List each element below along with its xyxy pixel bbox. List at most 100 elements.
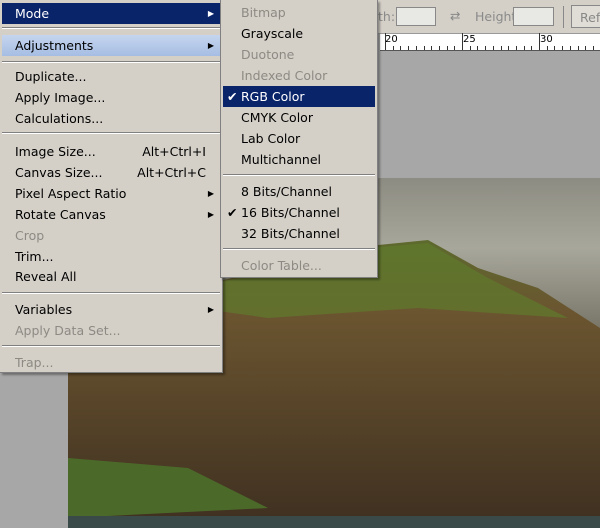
menu-separator <box>223 174 375 176</box>
ruler-tick <box>485 46 487 50</box>
width-input[interactable] <box>396 7 436 26</box>
menu-item-label: Grayscale <box>241 26 304 41</box>
swap-arrows-icon[interactable]: ⇄ <box>450 8 460 23</box>
menu-item-label: Pixel Aspect Ratio <box>15 186 127 201</box>
menu-item-label: Image Size... <box>15 144 96 159</box>
menu-item-calculations[interactable]: Calculations... <box>2 108 220 129</box>
shortcut-label: Alt+Ctrl+I <box>142 144 206 159</box>
refine-edge-button[interactable]: Ref <box>571 5 600 28</box>
menu-item-lab-color[interactable]: Lab Color <box>223 128 375 149</box>
ruler-tick <box>438 46 440 50</box>
ruler-tick <box>408 46 410 50</box>
checkmark-icon: ✔ <box>227 205 238 220</box>
menu-item-label: Color Table... <box>241 258 322 273</box>
menu-item-label: Duotone <box>241 47 295 62</box>
ruler-tick <box>569 46 571 50</box>
divider <box>563 6 564 28</box>
ruler-label: 20 <box>385 34 398 45</box>
menu-item-label: RGB Color <box>241 89 305 104</box>
submenu-arrow-icon: ▶ <box>207 189 214 198</box>
ruler-tick <box>415 46 417 50</box>
ruler-tick <box>577 46 579 50</box>
menu-item-apply-image[interactable]: Apply Image... <box>2 87 220 108</box>
menu-item-label: Apply Image... <box>15 90 106 105</box>
menu-item-duotone: Duotone <box>223 44 375 65</box>
ruler-tick <box>385 33 386 50</box>
menu-separator <box>2 345 220 347</box>
menu-item-label: 32 Bits/Channel <box>241 226 340 241</box>
menu-item-label: Adjustments <box>15 38 94 53</box>
ruler-tick <box>400 46 402 50</box>
menu-item-image-size[interactable]: Image Size... Alt+Ctrl+I <box>2 141 220 162</box>
menu-item-label: Reveal All <box>15 269 77 284</box>
menu-item-apply-data-set: Apply Data Set... <box>2 320 220 341</box>
menu-item-canvas-size[interactable]: Canvas Size... Alt+Ctrl+C <box>2 162 220 183</box>
menu-item-32-bits-channel[interactable]: 32 Bits/Channel <box>223 223 375 244</box>
ruler-label: 30 <box>540 34 553 45</box>
menu-item-rotate-canvas[interactable]: Rotate Canvas ▶ <box>2 204 220 225</box>
menu-item-trim[interactable]: Trim... <box>2 246 220 267</box>
width-label: th: <box>378 9 396 24</box>
menu-separator <box>223 248 375 250</box>
menu-item-16-bits-channel[interactable]: ✔ 16 Bits/Channel <box>223 202 375 223</box>
menu-item-multichannel[interactable]: Multichannel <box>223 149 375 170</box>
ruler-tick <box>454 46 456 50</box>
menu-item-label: Variables <box>15 302 73 317</box>
ruler-tick <box>562 46 564 50</box>
ruler-tick <box>446 46 448 50</box>
menu-item-label: Trap... <box>15 355 54 370</box>
menu-item-trap: Trap... <box>2 352 220 373</box>
menu-item-indexed-color: Indexed Color <box>223 65 375 86</box>
menu-item-label: CMYK Color <box>241 110 313 125</box>
menu-item-label: 16 Bits/Channel <box>241 205 340 220</box>
ruler-tick <box>431 46 433 50</box>
ruler-tick <box>462 33 463 50</box>
ruler-tick <box>523 46 525 50</box>
menu-item-label: Indexed Color <box>241 68 328 83</box>
menu-separator <box>2 27 220 29</box>
menu-item-bitmap: Bitmap <box>223 2 375 23</box>
ruler-tick <box>477 46 479 50</box>
submenu-arrow-icon: ▶ <box>207 210 214 219</box>
submenu-arrow-icon: ▶ <box>207 41 214 50</box>
menu-separator <box>2 292 220 294</box>
menu-item-label: Crop <box>15 228 45 243</box>
ruler-tick <box>423 46 425 50</box>
ruler-tick <box>554 46 556 50</box>
ruler-label: 25 <box>463 34 476 45</box>
mode-submenu: Bitmap Grayscale Duotone Indexed Color ✔ RGB … <box>220 0 378 278</box>
menu-item-label: Rotate Canvas <box>15 207 106 222</box>
menu-item-label: Canvas Size... <box>15 165 103 180</box>
menu-item-grayscale[interactable]: Grayscale <box>223 23 375 44</box>
menu-item-label: Multichannel <box>241 152 322 167</box>
menu-item-label: Lab Color <box>241 131 301 146</box>
menu-item-label: 8 Bits/Channel <box>241 184 332 199</box>
menu-item-label: Calculations... <box>15 111 104 126</box>
menu-item-label: Mode <box>15 6 50 21</box>
menu-item-cmyk-color[interactable]: CMYK Color <box>223 107 375 128</box>
menu-item-mode[interactable]: Mode ▶ <box>2 3 220 24</box>
menu-item-reveal-all[interactable]: Reveal All <box>2 266 220 287</box>
menu-item-adjustments[interactable]: Adjustments ▶ <box>2 35 220 56</box>
menu-item-label: Apply Data Set... <box>15 323 121 338</box>
horizontal-ruler: 20 25 30 <box>380 33 600 51</box>
menu-item-label: Bitmap <box>241 5 286 20</box>
menu-item-pixel-aspect-ratio[interactable]: Pixel Aspect Ratio ▶ <box>2 183 220 204</box>
ruler-tick <box>392 46 394 50</box>
height-input[interactable] <box>513 7 554 26</box>
submenu-arrow-icon: ▶ <box>207 305 214 314</box>
ruler-tick <box>531 46 533 50</box>
menu-item-label: Trim... <box>15 249 54 264</box>
menu-item-rgb-color[interactable]: ✔ RGB Color <box>223 86 375 107</box>
ruler-tick <box>546 46 548 50</box>
menu-item-duplicate[interactable]: Duplicate... <box>2 66 220 87</box>
ruler-tick <box>500 46 502 50</box>
menu-separator <box>2 61 220 63</box>
ruler-tick <box>492 46 494 50</box>
checkmark-icon: ✔ <box>227 89 238 104</box>
menu-item-variables[interactable]: Variables ▶ <box>2 299 220 320</box>
menu-item-crop: Crop <box>2 225 220 246</box>
menu-item-label: Duplicate... <box>15 69 87 84</box>
submenu-arrow-icon: ▶ <box>207 9 214 18</box>
menu-item-8-bits-channel[interactable]: 8 Bits/Channel <box>223 181 375 202</box>
